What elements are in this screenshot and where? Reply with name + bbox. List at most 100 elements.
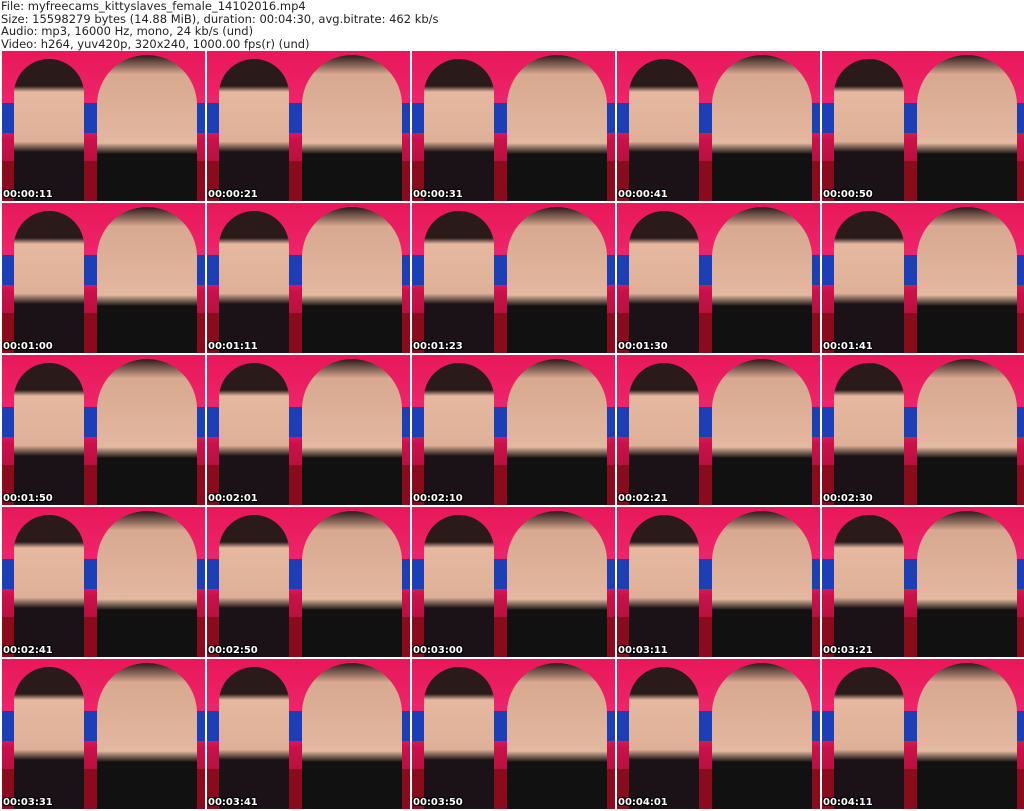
figure-left [834,59,904,201]
timestamp-label: 00:03:00 [413,645,463,656]
timestamp-label: 00:02:01 [208,493,258,504]
figure-right [97,359,197,505]
video-info: Video: h264, yuv420p, 320x240, 1000.00 f… [1,36,310,51]
timestamp-label: 00:01:23 [413,341,463,352]
figure-right [507,359,607,505]
figure-left [834,667,904,809]
video-thumbnail: 00:03:50 [412,659,615,809]
figure-right [917,663,1017,809]
audio-info: Audio: mp3, 16000 Hz, mono, 24 kb/s (und… [1,24,254,38]
figure-left [629,363,699,505]
figure-left [14,363,84,505]
figure-right [97,207,197,353]
figure-left [219,363,289,505]
video-thumbnail: 00:01:00 [2,203,205,353]
file-name: File: myfreecams_kittyslaves_female_1410… [1,0,306,13]
figure-left [14,211,84,353]
figure-left [424,667,494,809]
figure-left [424,363,494,505]
figure-right [917,511,1017,657]
figure-right [302,207,402,353]
timestamp-label: 00:03:50 [413,797,463,808]
video-thumbnail: 00:02:30 [822,355,1024,505]
video-thumbnail: 00:00:21 [207,51,410,201]
figure-right [917,359,1017,505]
figure-right [507,55,607,201]
figure-right [302,359,402,505]
timestamp-label: 00:01:00 [3,341,53,352]
timestamp-label: 00:01:50 [3,493,53,504]
video-thumbnail: 00:02:50 [207,507,410,657]
figure-right [712,207,812,353]
figure-left [424,515,494,657]
figure-left [834,363,904,505]
figure-right [507,207,607,353]
timestamp-label: 00:01:11 [208,341,258,352]
figure-left [14,667,84,809]
figure-left [14,59,84,201]
timestamp-label: 00:03:21 [823,645,873,656]
file-info-header: File: myfreecams_kittyslaves_female_1410… [1,0,439,50]
video-thumbnail: 00:01:50 [2,355,205,505]
video-thumbnail: 00:02:10 [412,355,615,505]
figure-left [834,211,904,353]
figure-left [629,59,699,201]
timestamp-label: 00:02:41 [3,645,53,656]
timestamp-label: 00:00:21 [208,189,258,200]
video-thumbnail: 00:01:30 [617,203,820,353]
timestamp-label: 00:00:50 [823,189,873,200]
figure-left [834,515,904,657]
figure-right [97,663,197,809]
figure-left [629,667,699,809]
video-thumbnail: 00:02:01 [207,355,410,505]
thumbnail-grid: 00:00:11 00:00:21 00:00:31 00:00:41 00:00:50… [2,51,1024,809]
timestamp-label: 00:03:11 [618,645,668,656]
figure-left [629,515,699,657]
figure-left [219,211,289,353]
figure-right [97,511,197,657]
figure-left [219,667,289,809]
figure-left [219,515,289,657]
video-thumbnail: 00:00:41 [617,51,820,201]
video-thumbnail: 00:03:41 [207,659,410,809]
figure-right [917,55,1017,201]
timestamp-label: 00:03:31 [3,797,53,808]
video-thumbnail: 00:00:50 [822,51,1024,201]
figure-left [14,515,84,657]
timestamp-label: 00:02:21 [618,493,668,504]
timestamp-label: 00:01:41 [823,341,873,352]
video-thumbnail: 00:01:23 [412,203,615,353]
video-thumbnail: 00:01:41 [822,203,1024,353]
video-thumbnail: 00:01:11 [207,203,410,353]
video-thumbnail: 00:03:21 [822,507,1024,657]
video-thumbnail: 00:02:21 [617,355,820,505]
timestamp-label: 00:00:31 [413,189,463,200]
figure-right [712,663,812,809]
figure-right [302,55,402,201]
timestamp-label: 00:00:41 [618,189,668,200]
figure-left [629,211,699,353]
figure-right [917,207,1017,353]
timestamp-label: 00:04:11 [823,797,873,808]
figure-right [97,55,197,201]
figure-right [302,663,402,809]
video-thumbnail: 00:02:41 [2,507,205,657]
figure-right [712,511,812,657]
video-thumbnail: 00:00:31 [412,51,615,201]
figure-left [424,211,494,353]
figure-left [219,59,289,201]
figure-right [507,511,607,657]
timestamp-label: 00:02:50 [208,645,258,656]
video-thumbnail: 00:04:01 [617,659,820,809]
timestamp-label: 00:00:11 [3,189,53,200]
timestamp-label: 00:01:30 [618,341,668,352]
timestamp-label: 00:02:30 [823,493,873,504]
timestamp-label: 00:02:10 [413,493,463,504]
figure-right [712,55,812,201]
video-thumbnail: 00:04:11 [822,659,1024,809]
figure-right [712,359,812,505]
video-thumbnail: 00:03:00 [412,507,615,657]
figure-right [302,511,402,657]
timestamp-label: 00:04:01 [618,797,668,808]
video-thumbnail: 00:03:11 [617,507,820,657]
